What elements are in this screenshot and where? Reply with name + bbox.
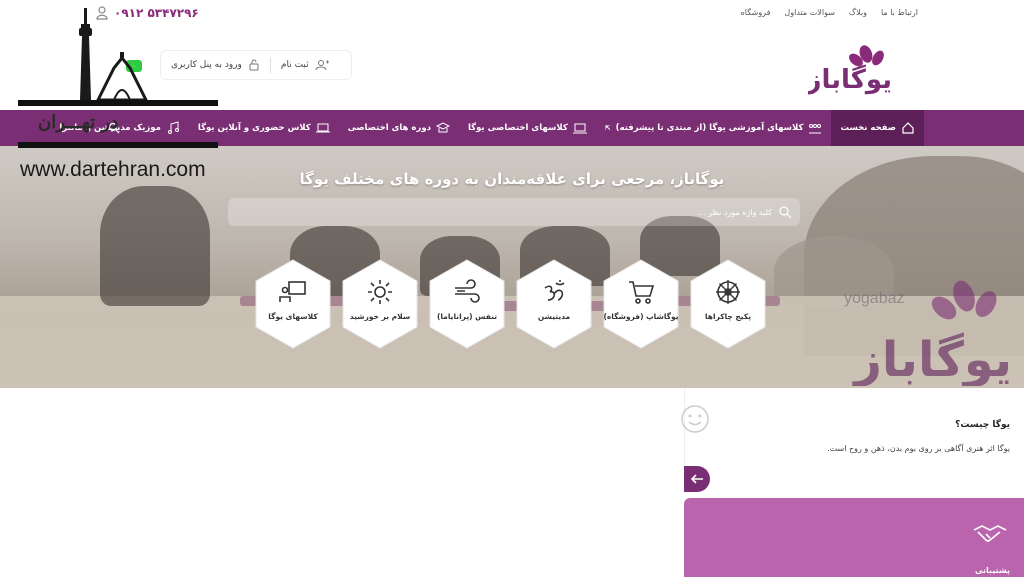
sun-icon: [368, 280, 392, 304]
top-link-shop[interactable]: فروشگاه: [741, 8, 771, 17]
graduation-icon: [435, 122, 450, 133]
top-link-blog[interactable]: وبلاگ: [849, 8, 867, 17]
dharma-wheel-icon: [716, 280, 740, 304]
hex-pranayama[interactable]: تنفس (پرانایاما): [427, 258, 507, 350]
hex-label: پکیج چاکراها: [704, 312, 752, 321]
user-add-icon: [315, 60, 329, 71]
nav-item-home[interactable]: صفحه نخست: [831, 110, 924, 146]
hex-label: یوگاشاپ (فروشگاه): [603, 312, 679, 321]
cart-icon: [629, 281, 655, 304]
laptop-icon: [315, 123, 330, 133]
group-icon: [809, 124, 822, 134]
what-text: یوگا اثر هنری آگاهی بر روی بوم بدن، ذهن …: [827, 444, 1010, 453]
watermark-text: یوگاباز: [852, 332, 1012, 386]
overlay-brand-text: در تهـــران: [38, 112, 119, 133]
hex-yogashop[interactable]: یوگاشاپ (فروشگاه): [601, 258, 681, 350]
hex-label: تنفس (پرانایاما): [436, 312, 498, 321]
hex-label: مدیتیشن: [537, 312, 571, 321]
overlay-bar-top: [18, 100, 218, 106]
nav-label: کلاسهای آموزشی یوگا (از مبتدی تا پیشرفته…: [615, 123, 804, 133]
watermark-en: yogabaz: [844, 290, 905, 307]
search-input[interactable]: [292, 204, 772, 220]
register-button[interactable]: ثبت نام: [271, 59, 339, 71]
lock-icon: [249, 59, 259, 71]
nav-label: صفحه نخست: [840, 123, 896, 133]
handshake-icon: [973, 525, 1007, 542]
support-card[interactable]: پشتیبانی: [684, 498, 1024, 577]
hex-chakra-package[interactable]: پکیج چاکراها: [688, 258, 768, 350]
search-icon[interactable]: [778, 205, 792, 219]
wind-icon: [455, 279, 480, 303]
hex-sun-salutation[interactable]: سلام بر خورشید: [340, 258, 420, 350]
site-logo[interactable]: یوگاباز: [808, 42, 894, 96]
overlay-website: www.dartehran.com: [20, 158, 206, 181]
register-label: ثبت نام: [280, 60, 309, 70]
hex-yoga-classes[interactable]: کلاسهای یوگا: [253, 258, 333, 350]
external-icon: ⇱: [604, 124, 611, 132]
hero-watermark-logo: yogabaz یوگاباز: [844, 276, 1014, 388]
hero-search-box: [228, 198, 800, 226]
home-icon: [902, 122, 914, 134]
hex-label: سلام بر خورشید: [349, 312, 411, 321]
overlay-bar-bottom: [18, 142, 218, 148]
laptop-user-icon: [572, 123, 587, 134]
what-title: یوگا چیست؟: [955, 420, 1010, 430]
hex-label: کلاسهای یوگا: [268, 312, 318, 321]
category-hexes: پکیج چاکراها یوگاشاپ (فروشگاه) مدیتیشن ت…: [252, 258, 772, 352]
brand-overlay: در تهـــران: [18, 100, 218, 148]
presentation-icon: [279, 281, 306, 302]
top-links: ارتباط با ما وبلاگ سوالات متداول فروشگاه: [741, 8, 918, 17]
nav-label: دوره های اختصاصی: [347, 123, 431, 133]
nav-item-classes[interactable]: کلاسهای آموزشی یوگا (از مبتدی تا پیشرفته…: [596, 110, 832, 146]
nav-item-private-classes[interactable]: کلاسهای اختصاصی یوگا: [459, 110, 596, 146]
hero-banner: یوگاباز، مرجعی برای علاقه‌مندان به دوره …: [0, 146, 1024, 388]
arrow-left-icon: [690, 474, 703, 484]
logo-text: یوگاباز: [808, 64, 892, 95]
nav-label: کلاسهای اختصاصی یوگا: [467, 123, 568, 133]
top-link-faq[interactable]: سوالات متداول: [784, 8, 835, 17]
hero-figure: [100, 186, 210, 306]
hex-meditation[interactable]: مدیتیشن: [514, 258, 594, 350]
what-is-yoga: یوگا چیست؟ یوگا اثر هنری آگاهی بر روی بو…: [690, 420, 1010, 453]
om-icon: [544, 280, 565, 301]
support-label: پشتیبانی: [974, 566, 1010, 575]
nav-item-courses[interactable]: دوره های اختصاصی: [339, 110, 459, 146]
prev-arrow-button[interactable]: [684, 466, 710, 492]
top-link-contact[interactable]: ارتباط با ما: [881, 8, 918, 17]
